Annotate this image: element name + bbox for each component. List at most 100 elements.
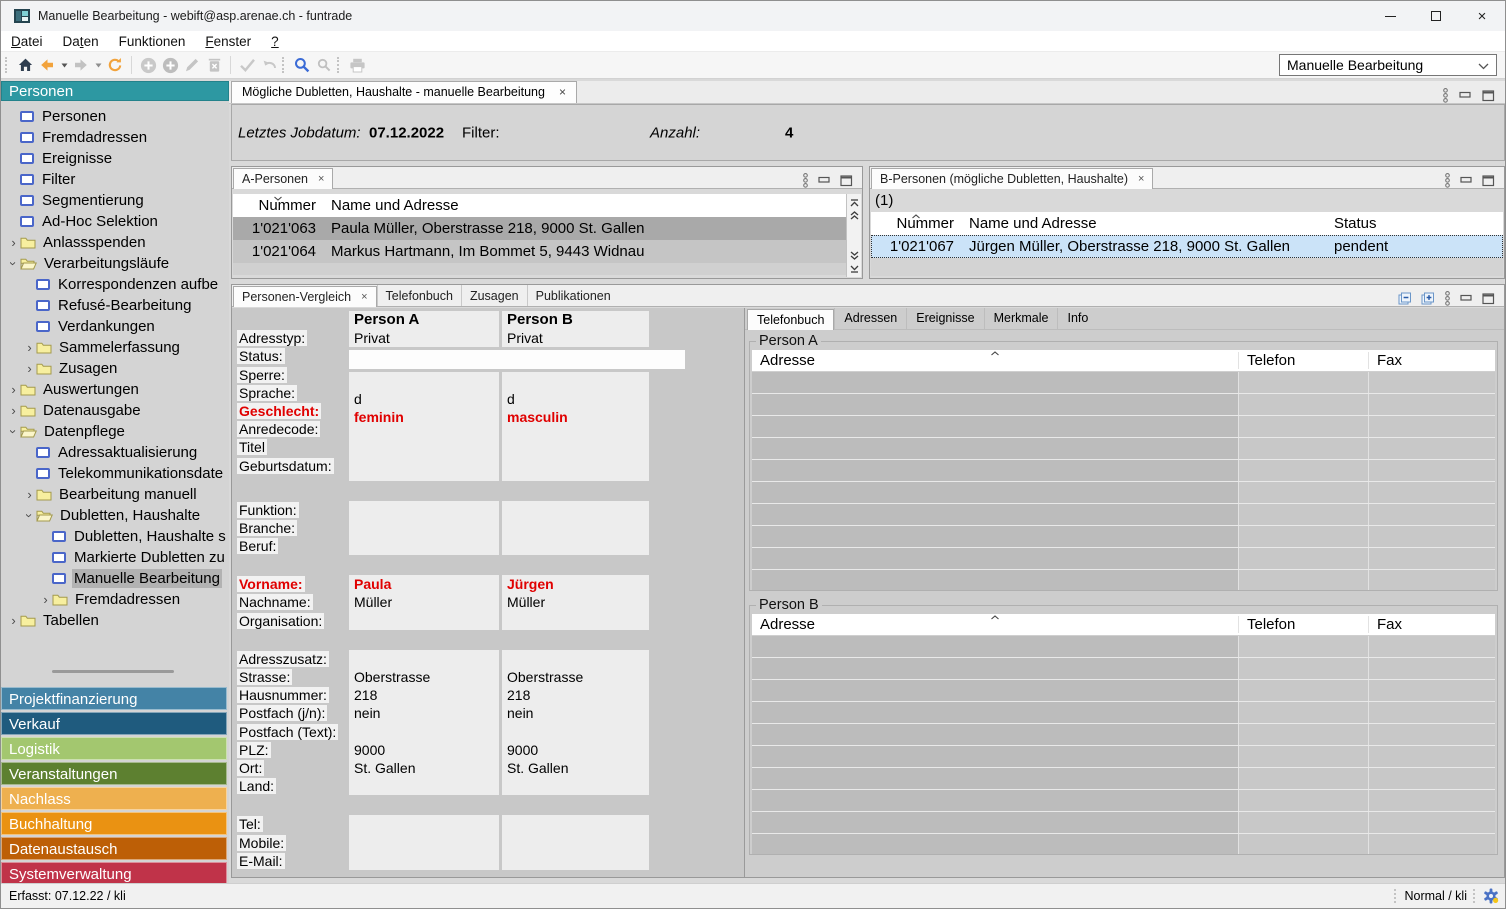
scroll-bottom-button[interactable] (850, 262, 859, 275)
detail-empty-row[interactable] (752, 834, 1495, 855)
chain-icon[interactable] (1444, 173, 1451, 188)
delete-button[interactable] (203, 54, 225, 76)
refresh-button[interactable] (104, 54, 126, 76)
sidebar-item-dubletten-haushalte[interactable]: ›Dubletten, Haushalte (1, 505, 227, 526)
sidebar-item-manuelle-bearbeitung[interactable]: Manuelle Bearbeitung (1, 568, 227, 589)
print-button[interactable] (346, 54, 368, 76)
detail-tab-telefonbuch[interactable]: Telefonbuch (747, 309, 834, 330)
back-menu-button[interactable] (58, 54, 70, 76)
panel-minimize-icon[interactable] (1459, 91, 1472, 101)
sidebar-item-fremdadressen[interactable]: Fremdadressen (1, 127, 227, 148)
menu-fenster[interactable]: Fenster (195, 33, 261, 50)
panel-maximize-icon[interactable] (1482, 293, 1495, 305)
column-header-status[interactable]: Status (1327, 215, 1503, 232)
tree-expander-icon[interactable]: › (23, 340, 36, 355)
detail-empty-row[interactable] (752, 548, 1495, 570)
sidebar-item-auswertungen[interactable]: ›Auswertungen (1, 379, 227, 400)
add-alt-button[interactable] (159, 54, 181, 76)
sidebar-item-tabellen[interactable]: ›Tabellen (1, 610, 227, 631)
scroll-pgdn-button[interactable] (850, 249, 859, 262)
undo-button[interactable] (258, 54, 280, 76)
tab-close-icon[interactable]: × (1138, 169, 1144, 189)
forward-button[interactable] (70, 54, 92, 76)
menu-?[interactable]: ? (261, 33, 289, 50)
tab-personen-vergleich[interactable]: Personen-Vergleich× (233, 286, 377, 307)
workspace-select[interactable]: Manuelle Bearbeitung (1279, 54, 1497, 76)
tab-a-personen[interactable]: A-Personen × (233, 168, 333, 189)
detail-empty-row[interactable] (752, 372, 1495, 394)
module-datenaustausch[interactable]: Datenaustausch (1, 837, 227, 860)
scroll-top-button[interactable] (850, 196, 859, 209)
column-header-nummer[interactable]: Nummer (233, 197, 323, 214)
tab-b-personen[interactable]: B-Personen (mögliche Dubletten, Haushalt… (871, 168, 1153, 189)
tree-expander-icon[interactable]: › (23, 361, 36, 376)
menu-datei[interactable]: Datei (1, 33, 53, 50)
home-button[interactable] (14, 54, 36, 76)
tree-expander-icon[interactable]: › (7, 382, 20, 397)
detail-empty-row[interactable] (752, 460, 1495, 482)
menu-daten[interactable]: Daten (53, 33, 109, 50)
tree-expander-icon[interactable]: › (7, 235, 20, 250)
tab-close-icon[interactable]: × (559, 82, 566, 103)
detail-empty-row[interactable] (752, 416, 1495, 438)
detail-empty-row[interactable] (752, 724, 1495, 746)
panel-minimize-icon[interactable] (1460, 176, 1473, 186)
module-nachlass[interactable]: Nachlass (1, 787, 227, 810)
module-veranstaltungen[interactable]: Veranstaltungen (1, 762, 227, 785)
window-close-button[interactable]: × (1459, 1, 1505, 31)
gear-icon[interactable] (1483, 888, 1499, 904)
detail-empty-row[interactable] (752, 438, 1495, 460)
column-header-fax[interactable]: Fax (1368, 616, 1495, 633)
panel-minimize-icon[interactable] (818, 176, 831, 186)
tab-close-icon[interactable]: × (318, 169, 324, 189)
sidebar-item-verdankungen[interactable]: Verdankungen (1, 316, 227, 337)
tree-expander-icon[interactable]: › (6, 257, 21, 270)
expand-all-icon[interactable] (1421, 292, 1435, 306)
detail-empty-row[interactable] (752, 570, 1495, 591)
panel-maximize-icon[interactable] (1482, 175, 1495, 187)
sidebar-item-datenpflege[interactable]: ›Datenpflege (1, 421, 227, 442)
search-button[interactable] (291, 54, 313, 76)
detail-tab-adressen[interactable]: Adressen (834, 308, 906, 329)
collapse-all-icon[interactable] (1398, 292, 1412, 306)
module-logistik[interactable]: Logistik (1, 737, 227, 760)
tree-expander-icon[interactable]: › (39, 592, 52, 607)
sidebar-item-bearbeitung-manuell[interactable]: ›Bearbeitung manuell (1, 484, 227, 505)
tab-telefonbuch[interactable]: Telefonbuch (377, 285, 461, 306)
sidebar-item-fremdadressen[interactable]: ›Fremdadressen (1, 589, 227, 610)
document-tab[interactable]: Mögliche Dubletten, Haushalte - manuelle… (231, 81, 577, 103)
column-header-name[interactable]: Name und Adresse (323, 197, 846, 214)
b-person-row[interactable]: 1'021'067Jürgen Müller, Oberstrasse 218,… (871, 235, 1503, 258)
detail-empty-row[interactable] (752, 746, 1495, 768)
toolbar-drag-handle[interactable] (337, 57, 342, 73)
detail-empty-row[interactable] (752, 768, 1495, 790)
detail-empty-row[interactable] (752, 526, 1495, 548)
module-systemverwaltung[interactable]: Systemverwaltung (1, 862, 227, 885)
add-button[interactable] (137, 54, 159, 76)
sidebar-item-refusé-bearbeitung[interactable]: Refusé-Bearbeitung (1, 295, 227, 316)
module-projektfinanzierung[interactable]: Projektfinanzierung (1, 687, 227, 710)
module-verkauf[interactable]: Verkauf (1, 712, 227, 735)
chain-icon[interactable] (1444, 291, 1451, 306)
panel-minimize-icon[interactable] (1460, 294, 1473, 304)
column-header-name[interactable]: Name und Adresse (961, 215, 1327, 232)
sidebar-item-telekommunikationsdate[interactable]: Telekommunikationsdate (1, 463, 227, 484)
edit-button[interactable] (181, 54, 203, 76)
detail-empty-row[interactable] (752, 504, 1495, 526)
column-header-adresse[interactable]: Adresse (752, 352, 1238, 369)
detail-empty-row[interactable] (752, 790, 1495, 812)
chain-icon[interactable] (802, 173, 809, 188)
sidebar-item-anlassspenden[interactable]: ›Anlassspenden (1, 232, 227, 253)
tree-expander-icon[interactable]: › (7, 403, 20, 418)
detail-tab-merkmale[interactable]: Merkmale (984, 308, 1058, 329)
column-header-fax[interactable]: Fax (1368, 352, 1495, 369)
a-person-row[interactable]: 1'021'064Markus Hartmann, Im Bommet 5, 9… (233, 240, 846, 263)
tree-expander-icon[interactable]: › (7, 613, 20, 628)
toolbar-drag-handle[interactable] (5, 57, 10, 73)
sidebar-item-dubletten-haushalte-s[interactable]: Dubletten, Haushalte s (1, 526, 227, 547)
detail-empty-row[interactable] (752, 394, 1495, 416)
sidebar-item-adressaktualisierung[interactable]: Adressaktualisierung (1, 442, 227, 463)
detail-tab-ereignisse[interactable]: Ereignisse (906, 308, 983, 329)
detail-empty-row[interactable] (752, 636, 1495, 658)
sidebar-item-korrespondenzen-aufbe[interactable]: Korrespondenzen aufbe (1, 274, 227, 295)
